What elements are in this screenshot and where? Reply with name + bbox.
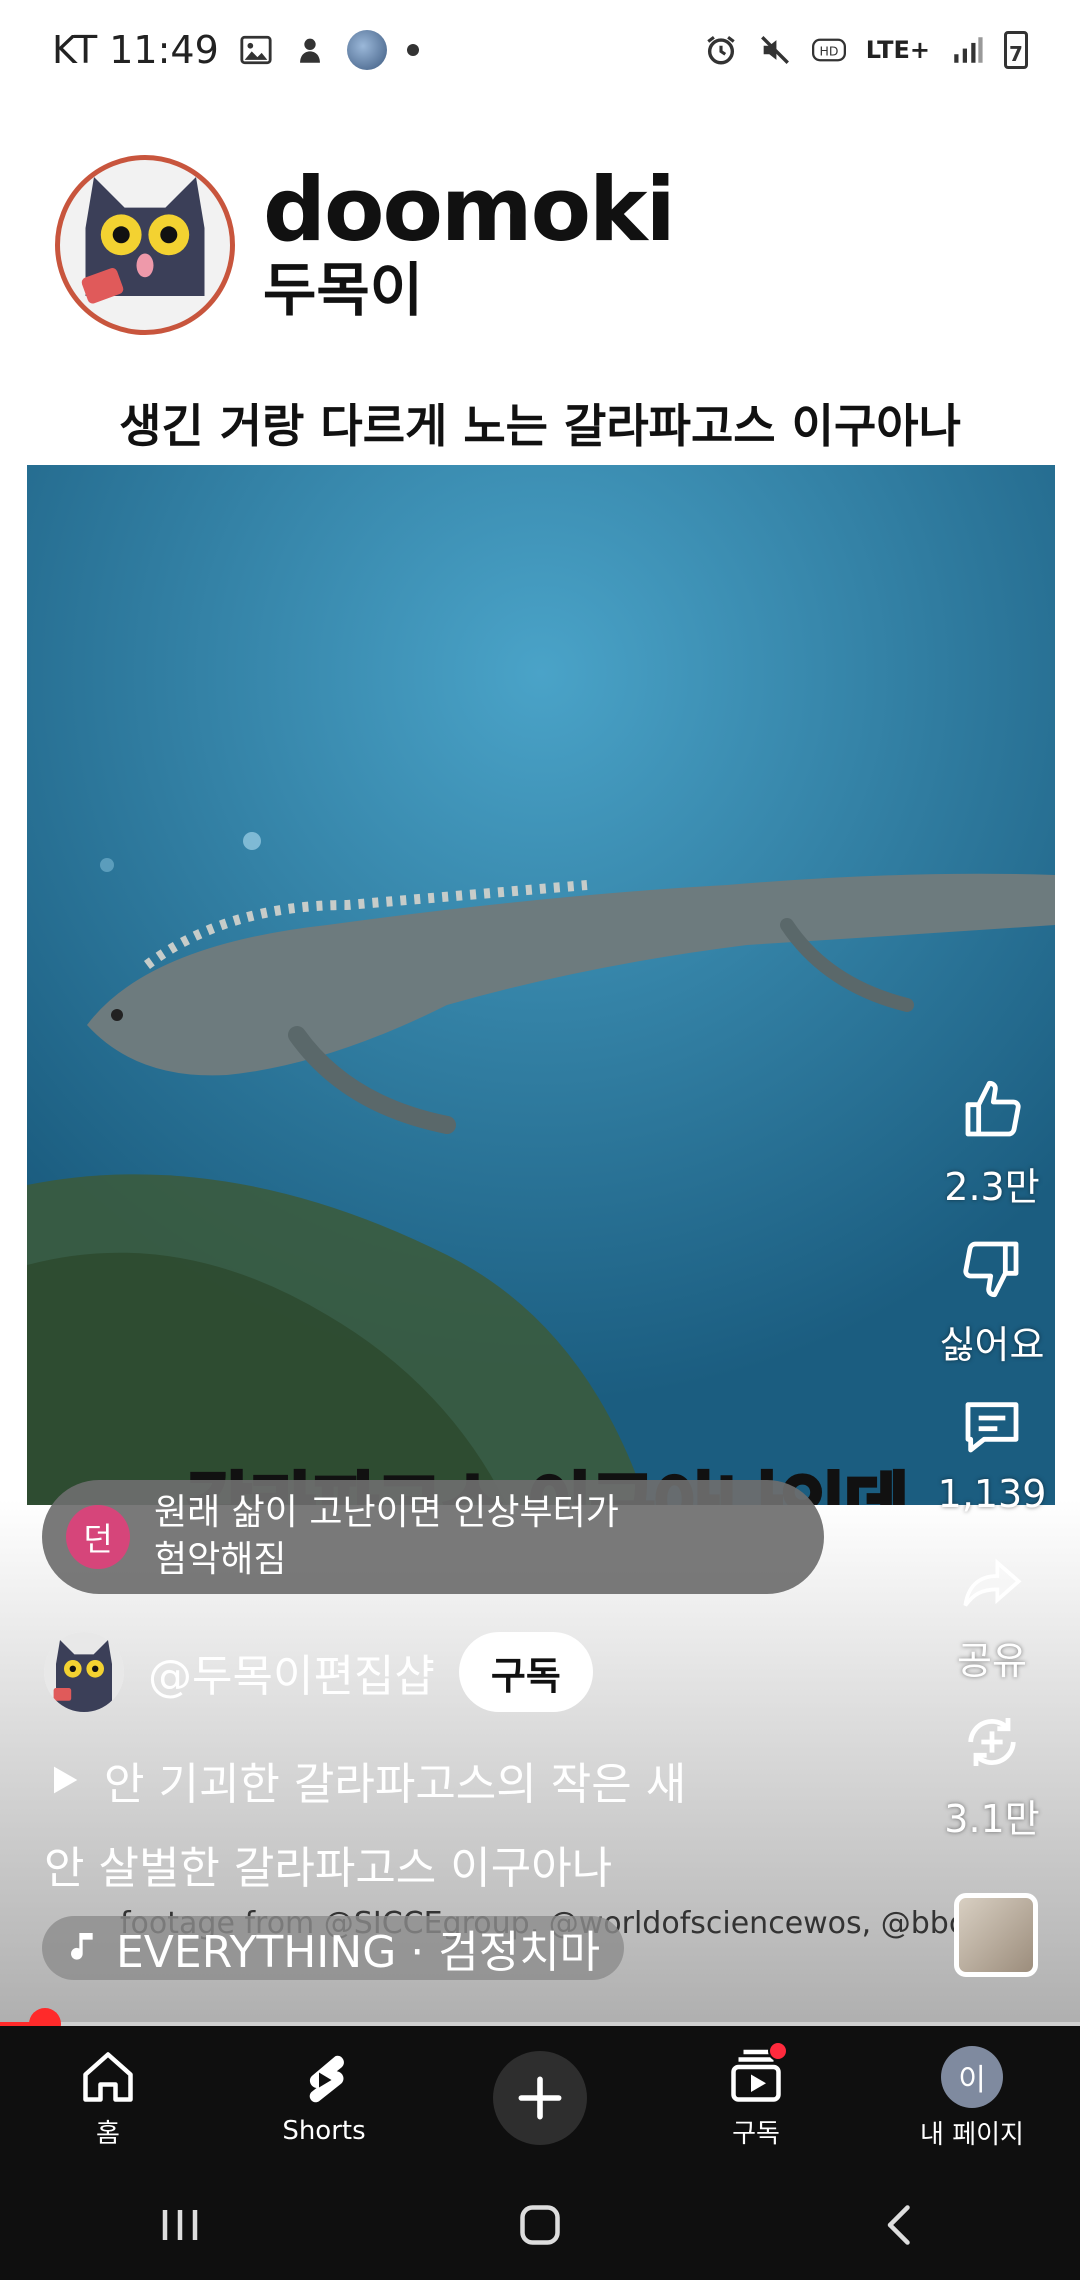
status-time: KT 11:49 <box>52 28 219 72</box>
more-vertical-icon <box>1011 121 1023 173</box>
battery-level: 7 <box>1009 42 1023 66</box>
gallery-icon <box>240 35 272 65</box>
like-button[interactable]: 2.3만 <box>944 1070 1040 1228</box>
more-notifications-dot-icon <box>406 44 419 56</box>
me-avatar: 이 <box>941 2045 1003 2108</box>
subscriptions-badge <box>768 2040 788 2061</box>
comment-avatar: 던 <box>66 1505 130 1569</box>
related-video-title: 안 기괴한 갈라파고스의 작은 새 <box>104 1759 687 1810</box>
nav-home[interactable]: 홈 <box>18 2047 198 2150</box>
channel-avatar[interactable] <box>44 1632 124 1712</box>
channel-subname: 두목이 <box>263 256 424 325</box>
share-icon <box>963 1558 1022 1607</box>
alarm-icon <box>707 36 735 65</box>
iguana-illustration <box>27 465 1055 1505</box>
video-top-caption: 생긴 거랑 다르게 노는 갈라파고스 이구아나 <box>119 399 961 453</box>
home-system-button[interactable] <box>480 2185 600 2265</box>
shorts-icon <box>309 2055 344 2103</box>
status-right: HD LTE+ 7 <box>704 31 1028 69</box>
system-navigation <box>0 2170 1080 2280</box>
network-type: LTE+ <box>865 36 930 64</box>
comment-preview[interactable]: 던 원래 삶이 고난이면 인상부터가 험악해짐 <box>42 1480 824 1594</box>
comments-button[interactable]: 1,139 <box>937 1386 1047 1544</box>
nav-subscriptions[interactable]: 구독 <box>666 2040 846 2150</box>
plus-icon <box>518 2076 562 2120</box>
status-left: KT 11:49 <box>52 28 419 72</box>
status-bar: KT 11:49 HD LTE+ 7 <box>0 0 1080 100</box>
thumbs-up-icon <box>965 1080 1021 1137</box>
music-note-icon <box>71 1933 93 1960</box>
home-icon <box>83 2051 133 2102</box>
channel-avatar-large <box>55 155 235 335</box>
back-chevron-icon <box>887 2205 910 2245</box>
channel-handle[interactable]: @두목이편집샵 <box>148 1640 435 1704</box>
music-album-thumbnail[interactable] <box>954 1893 1038 1977</box>
thumbs-down-icon <box>963 1241 1019 1298</box>
search-icon <box>862 122 913 173</box>
cat-mascot-icon <box>81 177 205 304</box>
action-rail: 2.3만 싫어요 1,139 공유 3.1만 <box>922 1070 1062 1860</box>
comment-text: 원래 삶이 고난이면 인상부터가 험악해짐 <box>154 1490 619 1584</box>
channel-row: @두목이편집샵 구독 <box>44 1632 593 1712</box>
channel-titles: doomoki 두목이 <box>263 158 676 326</box>
remix-count: 3.1만 <box>944 1797 1040 1841</box>
back-button[interactable] <box>840 2185 960 2265</box>
share-button[interactable]: 공유 <box>952 1544 1032 1702</box>
video-player[interactable]: 갈라파고스 이구아나인데 <box>27 465 1055 1505</box>
recent-apps-icon <box>162 2210 198 2240</box>
home-square-icon <box>520 2205 560 2245</box>
cat-avatar-icon <box>44 1632 124 1712</box>
more-options-button[interactable] <box>982 112 1052 182</box>
dislike-button[interactable]: 싫어요 <box>939 1228 1045 1386</box>
bottom-navigation: 홈 Shorts 구독 이 내 페이지 <box>0 2026 1080 2170</box>
channel-name: doomoki <box>263 158 676 261</box>
video-channel-header: doomoki 두목이 <box>55 155 676 335</box>
nav-me-label: 내 페이지 <box>920 2119 1024 2150</box>
profile-thumb-icon <box>346 30 387 70</box>
notification-app-icon <box>299 38 320 63</box>
nav-create[interactable] <box>450 2051 630 2145</box>
play-icon <box>54 1766 78 1794</box>
nav-me[interactable]: 이 내 페이지 <box>882 2045 1062 2151</box>
related-video-link[interactable]: 안 기괴한 갈라파고스의 작은 새 <box>44 1748 686 1812</box>
share-label: 공유 <box>957 1639 1027 1683</box>
nav-shorts-label: Shorts <box>282 2116 366 2146</box>
nav-home-label: 홈 <box>96 2118 120 2149</box>
comment-count: 1,139 <box>937 1472 1047 1516</box>
comment-icon <box>965 1402 1019 1453</box>
video-description[interactable]: 안 살벌한 갈라파고스 이구아나 <box>44 1832 612 1896</box>
hd-voice-icon: HD <box>811 38 846 62</box>
nav-shorts[interactable]: Shorts <box>234 2050 414 2146</box>
top-actions <box>852 112 1052 182</box>
comment-text-line-2: 험악해짐 <box>154 1539 287 1580</box>
music-title: EVERYTHING · 검정치마 <box>116 1927 601 1978</box>
music-pill[interactable]: EVERYTHING · 검정치마 <box>42 1916 625 1980</box>
mute-icon <box>760 36 789 64</box>
svg-text:HD: HD <box>819 44 838 59</box>
like-count: 2.3만 <box>944 1165 1040 1209</box>
battery-icon: 7 <box>1004 31 1028 69</box>
remix-icon <box>968 1718 1016 1766</box>
dislike-label: 싫어요 <box>939 1323 1045 1367</box>
create-button[interactable] <box>493 2051 587 2145</box>
search-button[interactable] <box>852 112 922 182</box>
nav-subscriptions-label: 구독 <box>732 2118 780 2149</box>
recent-apps-button[interactable] <box>120 2185 240 2265</box>
signal-icon <box>954 37 983 63</box>
remix-button[interactable]: 3.1만 <box>944 1702 1040 1860</box>
comment-text-line-1: 원래 삶이 고난이면 인상부터가 <box>154 1492 619 1534</box>
subscribe-button[interactable]: 구독 <box>458 1632 593 1712</box>
